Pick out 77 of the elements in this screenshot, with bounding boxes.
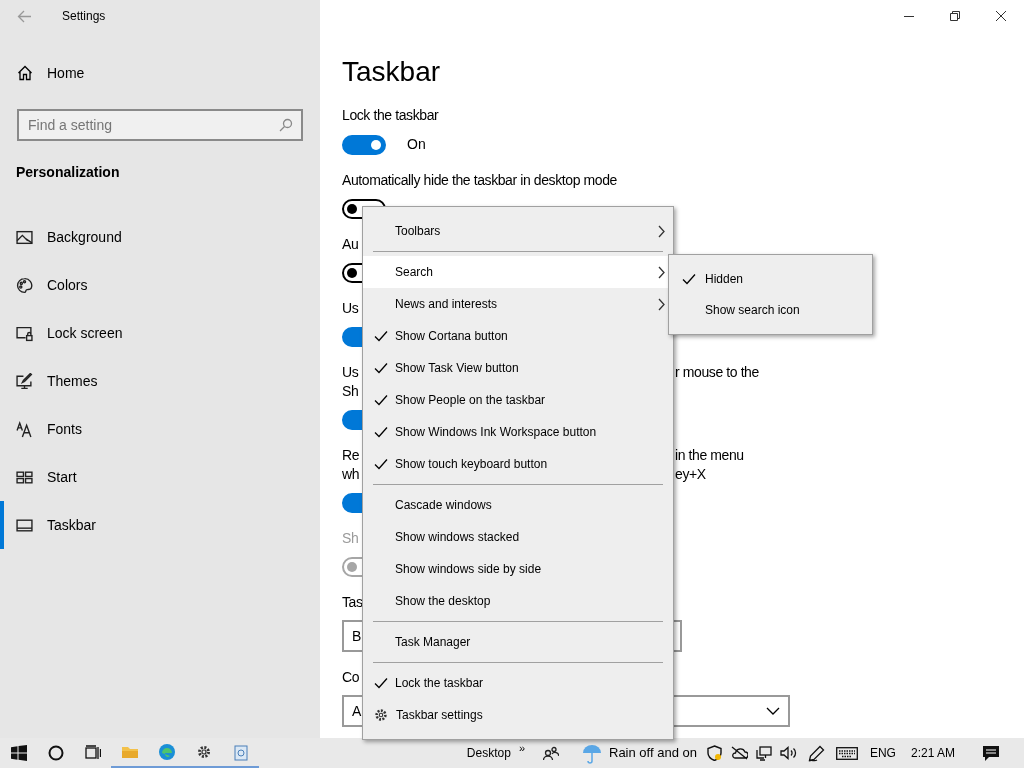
menu-item[interactable]: Show the desktop — [363, 585, 673, 617]
pen-icon[interactable] — [807, 744, 825, 762]
sidebar-item[interactable]: Start — [0, 453, 320, 501]
setting-label: Automatically hide the taskbar in desktop mode — [342, 171, 617, 190]
sidebar-item[interactable]: Background — [0, 213, 320, 261]
language-indicator[interactable]: ENG — [869, 744, 896, 762]
menu-item[interactable]: Show windows side by side — [363, 553, 673, 585]
menu-item[interactable]: Cascade windows — [363, 489, 673, 521]
check-icon — [374, 330, 388, 342]
keyboard-icon[interactable] — [835, 746, 858, 760]
check-icon — [374, 458, 388, 470]
setting-label: wh — [342, 465, 360, 484]
menu-item[interactable]: Show windows stacked — [363, 521, 673, 553]
menu-item[interactable]: Show People on the taskbar — [363, 384, 673, 416]
monitor-lock-icon — [16, 324, 33, 342]
menu-item[interactable]: Taskbar settings — [363, 699, 673, 731]
setting-label: r mouse to the — [675, 363, 759, 382]
check-icon — [374, 677, 388, 689]
check-icon — [682, 272, 696, 285]
notification-icon[interactable] — [983, 745, 999, 761]
sidebar-item[interactable]: Taskbar — [0, 501, 320, 549]
check-icon — [374, 426, 388, 438]
cloud-icon[interactable] — [730, 746, 748, 760]
shield-icon[interactable] — [706, 745, 722, 761]
sidebar-item[interactable]: Themes — [0, 357, 320, 405]
sidebar-item[interactable]: Lock screen — [0, 309, 320, 357]
search-icon — [279, 118, 293, 132]
page-title: Taskbar — [342, 55, 442, 89]
setting-label: Tas — [342, 593, 363, 612]
chevron-down-icon — [766, 707, 780, 715]
weather-text[interactable]: Rain off and on — [609, 743, 697, 763]
menu-item[interactable]: Show Task View button — [363, 352, 673, 384]
setting-label: Re — [342, 446, 360, 465]
setting-label: Sh — [342, 529, 359, 548]
image-icon — [16, 228, 33, 246]
setting-label: ey+X — [675, 465, 706, 484]
setting-label: Us — [342, 363, 359, 382]
start-tiles-icon — [16, 468, 33, 486]
setting-label: Au — [342, 235, 359, 254]
window-title: Settings — [62, 8, 106, 25]
brush-monitor-icon — [16, 372, 33, 390]
overflow-chevron[interactable]: » — [518, 739, 525, 757]
setting-label: in the menu — [675, 446, 744, 465]
chevron-right-icon — [658, 224, 665, 238]
search-field[interactable]: Find a setting — [17, 109, 303, 141]
menu-item[interactable]: Task Manager — [363, 626, 673, 658]
check-icon — [374, 362, 388, 374]
volume-icon[interactable] — [779, 746, 797, 760]
font-size-icon — [16, 420, 33, 438]
setting-label: Co — [342, 668, 360, 687]
menu-item[interactable]: Show Windows Ink Workspace button — [363, 416, 673, 448]
home-icon — [17, 65, 33, 81]
restore-icon — [950, 11, 960, 21]
chevron-right-icon — [658, 265, 665, 279]
close-icon — [996, 11, 1006, 21]
palette-icon — [16, 276, 33, 294]
sidebar-item[interactable]: Fonts — [0, 405, 320, 453]
home-link[interactable]: Home — [17, 64, 320, 82]
sidebar-item[interactable]: Colors — [0, 261, 320, 309]
network-icon[interactable] — [755, 745, 772, 761]
section-heading: Personalization — [16, 163, 121, 182]
setting-label: Lock the taskbar — [342, 106, 439, 125]
menu-item[interactable]: Lock the taskbar — [363, 667, 673, 699]
minimize-icon — [904, 15, 914, 17]
setting-label: Us — [342, 299, 359, 318]
toggle-switch[interactable] — [342, 134, 386, 155]
clock-text[interactable]: 2:21 AM — [910, 744, 955, 762]
gear-icon — [374, 708, 388, 722]
people-icon[interactable] — [543, 745, 559, 761]
setting-label: Sh — [342, 382, 359, 401]
menu-item[interactable]: Toolbars — [363, 215, 673, 247]
toolbar-label[interactable]: Desktop — [466, 744, 511, 762]
toggle-state-text: On — [407, 135, 426, 154]
taskbar-icon — [16, 516, 33, 534]
chevron-right-icon — [658, 297, 665, 311]
check-icon — [374, 394, 388, 406]
menu-item[interactable]: Show touch keyboard button — [363, 448, 673, 480]
